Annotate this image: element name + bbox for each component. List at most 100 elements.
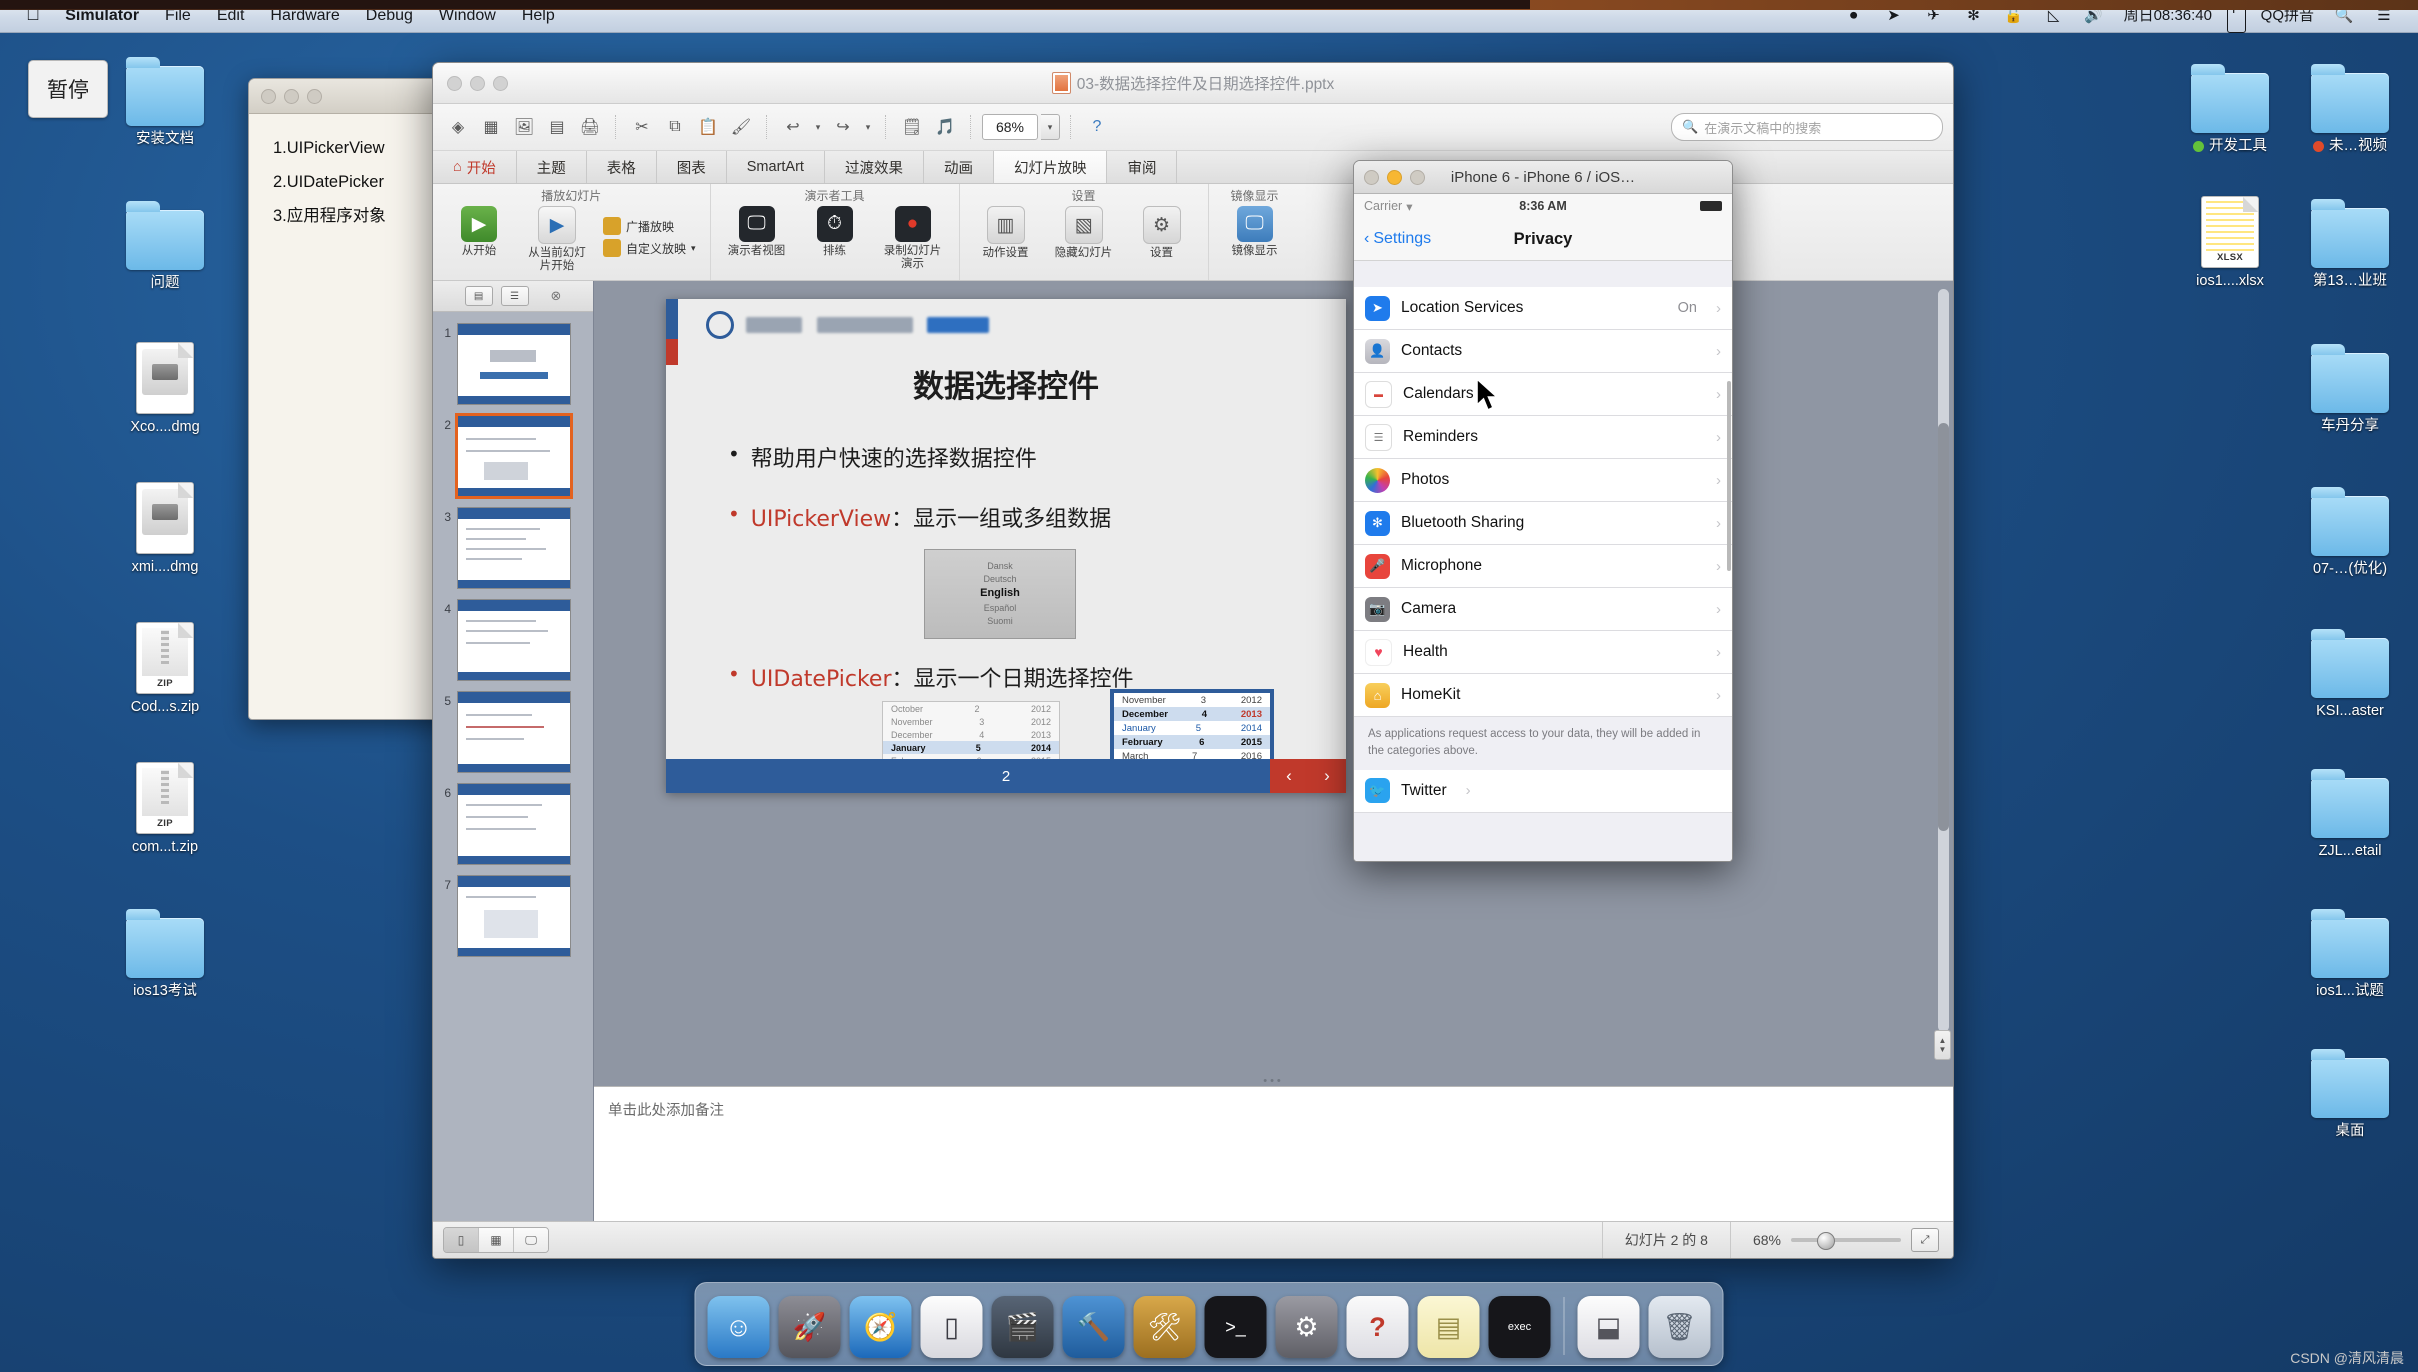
button-mirror-display[interactable]: 🖵 镜像显示 bbox=[1223, 206, 1287, 258]
table-row[interactable]: 4 bbox=[433, 594, 593, 686]
vertical-scrollbar[interactable] bbox=[1938, 289, 1949, 1032]
zoom-button[interactable] bbox=[493, 75, 508, 91]
screenflow-icon[interactable]: 🎬 bbox=[991, 1296, 1054, 1358]
tab-animations[interactable]: 动画 bbox=[924, 151, 994, 183]
desktop-icon-3[interactable]: xmi....dmg bbox=[110, 476, 220, 576]
button-action-settings[interactable]: ▥ 动作设置 bbox=[974, 206, 1038, 260]
list-item-bluetooth-sharing[interactable]: ✻ Bluetooth Sharing › bbox=[1354, 502, 1732, 545]
minimize-button[interactable] bbox=[1387, 169, 1402, 185]
button-record-slideshow[interactable]: ● 录制幻灯片演示 bbox=[881, 206, 945, 271]
view-buttons[interactable]: ▯ ▦ 🖵 bbox=[443, 1227, 549, 1253]
media-icon[interactable]: 🖼 bbox=[509, 113, 539, 141]
tab-themes[interactable]: 主题 bbox=[517, 151, 587, 183]
desktop-icon-6[interactable]: ios13考试 bbox=[110, 900, 220, 1000]
current-slide[interactable]: 数据选择控件 • 帮助用户快速的选择数据控件 • UIPickerView：显示一… bbox=[666, 299, 1346, 793]
fit-to-window-icon[interactable]: ⤢ bbox=[1911, 1228, 1939, 1252]
instruments-icon[interactable]: 🛠 bbox=[1133, 1296, 1196, 1358]
undo-dropdown-icon[interactable]: ▾ bbox=[811, 113, 825, 141]
pause-badge[interactable]: 暂停 bbox=[28, 60, 108, 118]
zoom-value[interactable]: 68% bbox=[982, 114, 1038, 140]
redo-dropdown-icon[interactable]: ▾ bbox=[861, 113, 875, 141]
normal-view-icon[interactable]: ▯ bbox=[444, 1228, 479, 1252]
table-row[interactable]: 1 bbox=[433, 318, 593, 410]
button-broadcast-show[interactable]: 广播放映 bbox=[603, 217, 696, 235]
ios-navigation-bar[interactable]: ‹ Settings Privacy bbox=[1354, 218, 1732, 261]
format-painter-icon[interactable]: 🖌 bbox=[726, 113, 756, 141]
zoom-slider-knob[interactable] bbox=[1817, 1232, 1836, 1250]
undo-icon[interactable]: ↩ bbox=[778, 113, 808, 141]
list-item-microphone[interactable]: 🎤 Microphone › bbox=[1354, 545, 1732, 588]
thumbnail-pane-header[interactable]: ▤ ☰ ⊗ bbox=[433, 281, 593, 312]
prev-slide-button[interactable]: ‹ bbox=[1286, 766, 1292, 786]
desktop-icon-2[interactable]: Xco....dmg bbox=[110, 336, 220, 436]
desktop-icon-r5[interactable]: 07-…(优化) bbox=[2295, 478, 2405, 578]
privacy-list[interactable]: ➤ Location Services On › 👤 Contacts › ▬ … bbox=[1354, 261, 1732, 861]
button-settings[interactable]: ⚙ 设置 bbox=[1130, 206, 1194, 260]
zoom-controls[interactable]: 68% ⤢ bbox=[1729, 1222, 1953, 1258]
terminal-icon[interactable]: >_ bbox=[1204, 1296, 1267, 1358]
simulator-icon[interactable]: ▯ bbox=[920, 1296, 983, 1358]
tab-smartart[interactable]: SmartArt bbox=[727, 151, 825, 183]
slide-thumbnail[interactable] bbox=[457, 691, 571, 773]
powerpoint-statusbar[interactable]: ▯ ▦ 🖵 幻灯片 2 的 8 68% ⤢ bbox=[433, 1221, 1953, 1258]
tab-slideshow[interactable]: 幻灯片放映 bbox=[993, 151, 1108, 183]
notes-icon[interactable]: ▤ bbox=[1417, 1296, 1480, 1358]
list-item-location-services[interactable]: ➤ Location Services On › bbox=[1354, 287, 1732, 330]
desktop-icon-r8[interactable]: ios1...试题 bbox=[2295, 900, 2405, 1000]
template-icon[interactable]: ▦ bbox=[476, 113, 506, 141]
slide-thumbnail[interactable] bbox=[457, 783, 571, 865]
close-button[interactable] bbox=[1364, 169, 1379, 185]
button-hide-slide[interactable]: ▧ 隐藏幻灯片 bbox=[1052, 206, 1116, 260]
launchpad-icon[interactable]: 🚀 bbox=[778, 1296, 841, 1358]
desktop-icon-r9[interactable]: 桌面 bbox=[2295, 1040, 2405, 1140]
dock[interactable]: ☺ 🚀 🧭 ▯ 🎬 🔨 🛠 >_ ⚙ ? ▤ exec ⬓ 🗑 bbox=[694, 1282, 1724, 1366]
tab-transitions[interactable]: 过渡效果 bbox=[825, 151, 924, 183]
tab-review[interactable]: 审阅 bbox=[1107, 151, 1178, 183]
tab-tables[interactable]: 表格 bbox=[587, 151, 657, 183]
slide-thumbnail-pane[interactable]: ▤ ☰ ⊗ 1 2 3 4 5 6 7 bbox=[433, 281, 594, 1221]
table-row[interactable]: 6 bbox=[433, 778, 593, 870]
powerpoint-toolbar[interactable]: ◈ ▦ 🖼 ▤ 🖨 ✂ ⧉ 📋 🖌 ↩ ▾ ↪ ▾ 🗒 🎵 68% ▾ ? 🔍 bbox=[433, 104, 1953, 151]
slide-thumbnail-selected[interactable] bbox=[455, 413, 573, 499]
slide-nav-buttons[interactable]: ‹ › bbox=[1270, 759, 1346, 793]
trash-icon[interactable]: 🗑 bbox=[1648, 1296, 1711, 1358]
list-item-camera[interactable]: 📷 Camera › bbox=[1354, 588, 1732, 631]
list-item-photos[interactable]: Photos › bbox=[1354, 459, 1732, 502]
minimize-button[interactable] bbox=[284, 88, 299, 104]
list-item-calendars[interactable]: ▬ Calendars › bbox=[1354, 373, 1732, 416]
outline-view-button[interactable]: ▤ bbox=[464, 286, 493, 306]
downloads-icon[interactable]: ⬓ bbox=[1577, 1296, 1640, 1358]
table-row[interactable]: 5 bbox=[433, 686, 593, 778]
xcode-icon[interactable]: 🔨 bbox=[1062, 1296, 1125, 1358]
exec-icon[interactable]: exec bbox=[1488, 1296, 1551, 1358]
desktop-icon-1[interactable]: 问题 bbox=[110, 192, 220, 292]
button-play-from-current[interactable]: ▶ 从当前幻灯片开始 bbox=[525, 206, 589, 273]
desktop-icon-r0[interactable]: 开发工具 bbox=[2175, 55, 2285, 155]
notes-resize-handle[interactable]: ••• bbox=[1263, 1075, 1284, 1087]
table-row[interactable]: 2 bbox=[433, 410, 593, 502]
button-custom-show[interactable]: 自定义放映 ▾ bbox=[603, 239, 696, 257]
table-row[interactable]: 3 bbox=[433, 502, 593, 594]
slide-thumbnail[interactable] bbox=[457, 599, 571, 681]
desktop-icon-4[interactable]: ZIP Cod...s.zip bbox=[110, 616, 220, 716]
scroll-arrows[interactable]: ▲ ▼ bbox=[1934, 1030, 1951, 1060]
zoom-slider[interactable] bbox=[1791, 1232, 1901, 1250]
table-row[interactable]: 7 bbox=[433, 870, 593, 962]
save-icon[interactable]: ▤ bbox=[542, 113, 572, 141]
minimize-button[interactable] bbox=[470, 75, 485, 91]
slide-editor[interactable]: 数据选择控件 • 帮助用户快速的选择数据控件 • UIPickerView：显示一… bbox=[594, 281, 1953, 1221]
button-play-from-start[interactable]: ▶ 从开始 bbox=[447, 206, 511, 258]
list-item-contacts[interactable]: 👤 Contacts › bbox=[1354, 330, 1732, 373]
slides-view-button[interactable]: ☰ bbox=[500, 286, 529, 306]
help-icon[interactable]: ? bbox=[1346, 1296, 1409, 1358]
tab-charts[interactable]: 图表 bbox=[657, 151, 727, 183]
paste-icon[interactable]: 📋 bbox=[693, 113, 723, 141]
close-button[interactable] bbox=[447, 75, 462, 91]
button-presenter-view[interactable]: 🖵 演示者视图 bbox=[725, 206, 789, 258]
desktop-icon-r7[interactable]: ZJL...etail bbox=[2295, 760, 2405, 860]
scrollbar-knob[interactable] bbox=[1938, 422, 1949, 832]
slide-thumbnail[interactable] bbox=[457, 323, 571, 405]
slideshow-icon[interactable]: 🖵 bbox=[514, 1228, 548, 1252]
print-icon[interactable]: 🖨 bbox=[575, 113, 605, 141]
help-icon[interactable]: ? bbox=[1082, 113, 1112, 141]
